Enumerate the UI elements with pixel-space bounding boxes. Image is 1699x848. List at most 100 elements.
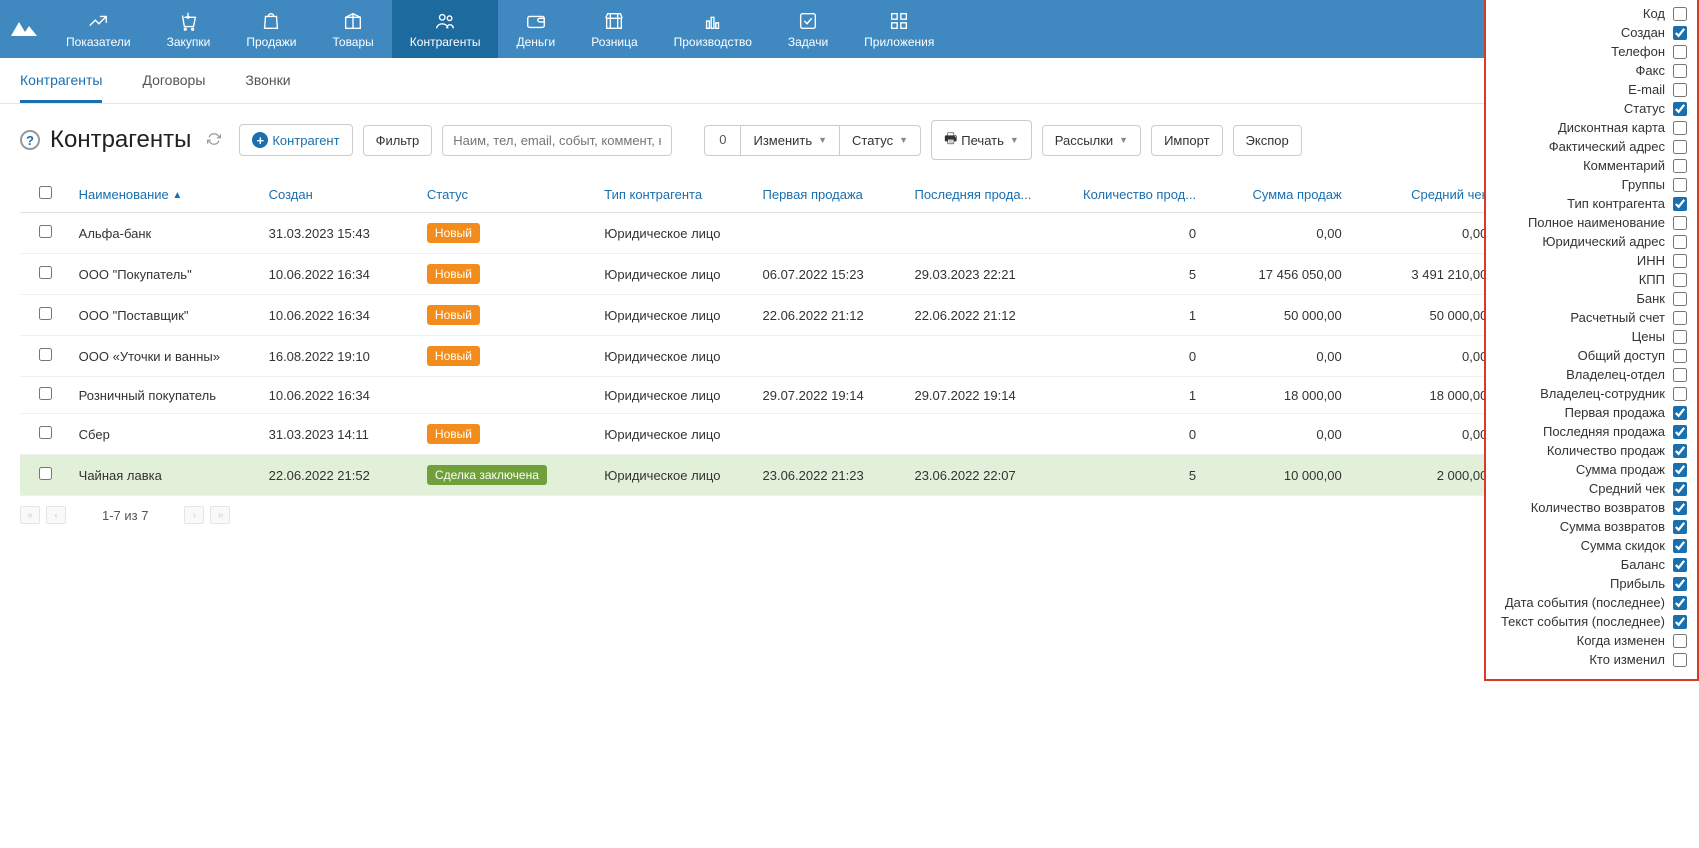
- column-setting-checkbox[interactable]: [1673, 7, 1687, 21]
- column-setting-checkbox[interactable]: [1673, 520, 1687, 534]
- col-status[interactable]: Статус: [419, 176, 596, 213]
- column-setting-checkbox[interactable]: [1673, 26, 1687, 40]
- column-setting-row: Полное наименование: [1496, 213, 1687, 232]
- column-setting-checkbox[interactable]: [1673, 140, 1687, 154]
- nav-wallet[interactable]: Деньги: [498, 0, 573, 58]
- table-row[interactable]: Альфа-банк31.03.2023 15:43НовыйЮридическ…: [20, 213, 1679, 254]
- help-icon[interactable]: ?: [20, 130, 40, 150]
- logo[interactable]: [0, 0, 48, 58]
- col-type[interactable]: Тип контрагента: [596, 176, 754, 213]
- column-setting-checkbox[interactable]: [1673, 577, 1687, 591]
- column-setting-checkbox[interactable]: [1673, 425, 1687, 439]
- table-row[interactable]: Чайная лавка22.06.2022 21:52Сделка заклю…: [20, 455, 1679, 496]
- column-setting-checkbox[interactable]: [1673, 653, 1687, 667]
- nav-bag[interactable]: Продажи: [228, 0, 314, 58]
- column-setting-row: Цены: [1496, 327, 1687, 346]
- column-setting-checkbox[interactable]: [1673, 292, 1687, 306]
- column-setting-row: Дисконтная карта: [1496, 118, 1687, 137]
- nav-chart[interactable]: Показатели: [48, 0, 149, 58]
- change-button[interactable]: Изменить ▼: [740, 125, 839, 156]
- column-setting-checkbox[interactable]: [1673, 368, 1687, 382]
- column-setting-checkbox[interactable]: [1673, 330, 1687, 344]
- column-setting-checkbox[interactable]: [1673, 45, 1687, 59]
- column-setting-checkbox[interactable]: [1673, 235, 1687, 249]
- column-setting-checkbox[interactable]: [1673, 273, 1687, 287]
- column-setting-checkbox[interactable]: [1673, 482, 1687, 496]
- nav-box[interactable]: Товары: [315, 0, 392, 58]
- column-setting-row: Дата события (последнее): [1496, 593, 1687, 612]
- table-row[interactable]: Розничный покупатель10.06.2022 16:34Юрид…: [20, 377, 1679, 414]
- column-setting-checkbox[interactable]: [1673, 634, 1687, 648]
- status-badge: Новый: [427, 346, 480, 366]
- col-last-sale[interactable]: Последняя прода...: [906, 176, 1058, 213]
- column-setting-checkbox[interactable]: [1673, 83, 1687, 97]
- nav-factory[interactable]: Производство: [656, 0, 770, 58]
- column-setting-checkbox[interactable]: [1673, 102, 1687, 116]
- cell-sale-sum: 0,00: [1204, 336, 1350, 377]
- row-checkbox[interactable]: [39, 307, 52, 320]
- nav-store[interactable]: Розница: [573, 0, 655, 58]
- refresh-icon[interactable]: [207, 132, 221, 149]
- tab-item[interactable]: Звонки: [245, 72, 290, 103]
- column-setting-checkbox[interactable]: [1673, 615, 1687, 629]
- column-setting-checkbox[interactable]: [1673, 197, 1687, 211]
- column-setting-checkbox[interactable]: [1673, 216, 1687, 230]
- table-row[interactable]: Сбер31.03.2023 14:11НовыйЮридическое лиц…: [20, 414, 1679, 455]
- row-checkbox[interactable]: [39, 467, 52, 480]
- table-row[interactable]: ООО «Уточки и ванны»16.08.2022 19:10Новы…: [20, 336, 1679, 377]
- select-all-header[interactable]: [20, 176, 71, 213]
- column-setting-checkbox[interactable]: [1673, 349, 1687, 363]
- col-first-sale[interactable]: Первая продажа: [755, 176, 907, 213]
- column-setting-checkbox[interactable]: [1673, 539, 1687, 553]
- filter-button[interactable]: Фильтр: [363, 125, 433, 156]
- col-sale-count[interactable]: Количество прод...: [1058, 176, 1204, 213]
- cell-sale-sum: 17 456 050,00: [1204, 254, 1350, 295]
- row-checkbox[interactable]: [39, 348, 52, 361]
- table-row[interactable]: ООО "Поставщик"10.06.2022 16:34НовыйЮрид…: [20, 295, 1679, 336]
- column-setting-checkbox[interactable]: [1673, 254, 1687, 268]
- search-input[interactable]: [442, 125, 672, 156]
- nav-check[interactable]: Задачи: [770, 0, 846, 58]
- status-button[interactable]: Статус ▼: [839, 125, 921, 156]
- column-setting-checkbox[interactable]: [1673, 406, 1687, 420]
- col-name[interactable]: Наименование ▲: [71, 176, 261, 213]
- nav-cart-in[interactable]: Закупки: [149, 0, 229, 58]
- print-button[interactable]: 🖶 Печать ▼: [931, 120, 1032, 160]
- page-next-button[interactable]: ›: [184, 506, 204, 524]
- import-button[interactable]: Импорт: [1151, 125, 1222, 156]
- column-setting-checkbox[interactable]: [1673, 501, 1687, 515]
- row-checkbox[interactable]: [39, 426, 52, 439]
- column-setting-row: Телефон: [1496, 42, 1687, 61]
- page-prev-button[interactable]: ‹: [46, 506, 66, 524]
- column-setting-checkbox[interactable]: [1673, 558, 1687, 572]
- export-button[interactable]: Экспор: [1233, 125, 1302, 156]
- col-created[interactable]: Создан: [261, 176, 419, 213]
- column-setting-label: Количество возвратов: [1531, 500, 1665, 515]
- nav-apps[interactable]: Приложения: [846, 0, 952, 58]
- column-setting-checkbox[interactable]: [1673, 387, 1687, 401]
- tab-item[interactable]: Договоры: [142, 72, 205, 103]
- row-checkbox[interactable]: [39, 387, 52, 400]
- row-checkbox[interactable]: [39, 266, 52, 279]
- column-setting-checkbox[interactable]: [1673, 596, 1687, 610]
- select-all-checkbox[interactable]: [39, 186, 52, 199]
- column-setting-checkbox[interactable]: [1673, 159, 1687, 173]
- tab-item[interactable]: Контрагенты: [20, 72, 102, 103]
- column-setting-checkbox[interactable]: [1673, 178, 1687, 192]
- nav-people[interactable]: Контрагенты: [392, 0, 499, 58]
- column-setting-checkbox[interactable]: [1673, 121, 1687, 135]
- column-setting-checkbox[interactable]: [1673, 311, 1687, 325]
- mailing-button[interactable]: Рассылки ▼: [1042, 125, 1141, 156]
- add-counterparty-button[interactable]: + Контрагент: [239, 124, 352, 156]
- table-row[interactable]: ООО "Покупатель"10.06.2022 16:34НовыйЮри…: [20, 254, 1679, 295]
- column-setting-checkbox[interactable]: [1673, 463, 1687, 477]
- cell-created: 10.06.2022 16:34: [261, 254, 419, 295]
- page-first-button[interactable]: «: [20, 506, 40, 524]
- page-last-button[interactable]: »: [210, 506, 230, 524]
- row-checkbox[interactable]: [39, 225, 52, 238]
- col-sale-sum[interactable]: Сумма продаж: [1204, 176, 1350, 213]
- sub-tabs: Контрагенты Договоры Звонки: [0, 58, 1699, 104]
- column-setting-checkbox[interactable]: [1673, 64, 1687, 78]
- column-setting-checkbox[interactable]: [1673, 444, 1687, 458]
- col-avg-check[interactable]: Средний чек: [1350, 176, 1496, 213]
